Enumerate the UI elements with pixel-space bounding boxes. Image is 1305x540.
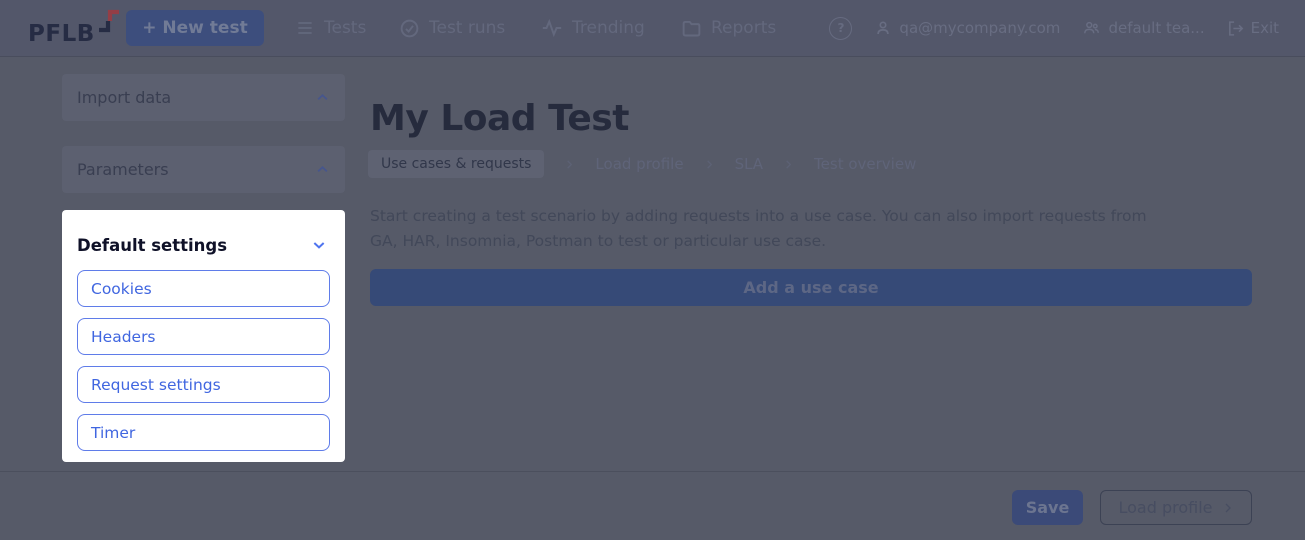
nav-trending-label: Trending xyxy=(572,18,645,38)
step-test-overview[interactable]: Test overview xyxy=(814,155,916,173)
test-steps-breadcrumb: Use cases & requests Load profile SLA Te… xyxy=(368,150,916,178)
scenario-description-line2: GA, HAR, Insomnia, Postman to test or pa… xyxy=(370,231,827,250)
footer-bar: Save Load profile xyxy=(0,471,1305,540)
chevron-right-icon xyxy=(564,158,575,171)
chevron-up-icon xyxy=(317,94,328,101)
nav-test-runs[interactable]: Test runs xyxy=(399,0,505,56)
step-load-profile[interactable]: Load profile xyxy=(595,155,683,173)
chevron-down-icon xyxy=(313,242,325,249)
pflb-logo[interactable]: PFLB xyxy=(28,9,121,49)
request-settings-button[interactable]: Request settings xyxy=(77,366,330,403)
timer-button[interactable]: Timer xyxy=(77,414,330,451)
new-test-label: + New test xyxy=(142,18,248,38)
step-sla[interactable]: SLA xyxy=(735,155,763,173)
headers-button[interactable]: Headers xyxy=(77,318,330,355)
team-selector[interactable]: default tea... xyxy=(1082,19,1205,37)
nav-trending[interactable]: Trending xyxy=(541,0,645,56)
logout-icon xyxy=(1228,20,1243,36)
activity-icon xyxy=(542,18,562,38)
save-label: Save xyxy=(1025,498,1070,517)
sidebar-section-parameters[interactable]: Parameters xyxy=(62,146,345,193)
default-settings-header[interactable]: Default settings xyxy=(77,225,330,265)
step-use-cases-requests[interactable]: Use cases & requests xyxy=(368,150,545,178)
nav-reports-label: Reports xyxy=(711,18,777,38)
top-navigation-bar: PFLB + New test Tests Test runs Trending… xyxy=(0,0,1305,57)
page-title: My Load Test xyxy=(370,98,629,139)
timer-label: Timer xyxy=(91,423,136,442)
user-email: qa@mycompany.com xyxy=(899,19,1061,37)
pflb-logo-text: PFLB xyxy=(28,21,95,47)
sidebar-section-import-data[interactable]: Import data xyxy=(62,74,345,121)
list-icon xyxy=(298,22,312,34)
cookies-label: Cookies xyxy=(91,279,152,298)
nav-tests-label: Tests xyxy=(324,18,367,38)
pflb-logo-icon xyxy=(98,9,119,33)
exit-control[interactable]: Exit xyxy=(1227,19,1279,37)
parameters-label: Parameters xyxy=(77,160,169,179)
nav-reports[interactable]: Reports xyxy=(681,0,776,56)
save-button[interactable]: Save xyxy=(1012,490,1083,525)
chevron-right-icon xyxy=(1225,503,1231,512)
default-settings-panel: Default settings Cookies Headers Request… xyxy=(62,210,345,462)
chevron-right-icon xyxy=(783,158,794,171)
topbar-right-section: ? qa@mycompany.com default tea... Exit xyxy=(829,0,1279,56)
user-account[interactable]: qa@mycompany.com xyxy=(874,19,1060,37)
scenario-description: Start creating a test scenario by adding… xyxy=(370,204,1210,253)
import-data-label: Import data xyxy=(77,88,172,107)
exit-label: Exit xyxy=(1250,19,1279,37)
headers-label: Headers xyxy=(91,327,156,346)
team-name: default tea... xyxy=(1108,19,1205,37)
nav-test-runs-label: Test runs xyxy=(429,18,506,38)
add-use-case-button[interactable]: Add a use case xyxy=(370,269,1252,306)
request-settings-label: Request settings xyxy=(91,375,221,394)
chevron-right-icon xyxy=(704,158,715,171)
cookies-button[interactable]: Cookies xyxy=(77,270,330,307)
team-icon xyxy=(1084,21,1100,34)
default-settings-label: Default settings xyxy=(77,235,228,255)
new-test-button[interactable]: + New test xyxy=(126,10,264,46)
user-icon xyxy=(877,21,890,35)
help-glyph: ? xyxy=(837,21,845,35)
nav-tests[interactable]: Tests xyxy=(295,0,366,56)
folder-icon xyxy=(682,20,701,36)
load-profile-label: Load profile xyxy=(1118,498,1213,517)
help-icon[interactable]: ? xyxy=(829,16,853,40)
add-use-case-label: Add a use case xyxy=(743,278,879,297)
load-profile-button[interactable]: Load profile xyxy=(1100,490,1252,525)
check-circle-icon xyxy=(400,19,419,37)
chevron-up-icon xyxy=(317,166,328,173)
scenario-description-line1: Start creating a test scenario by adding… xyxy=(370,207,1147,225)
